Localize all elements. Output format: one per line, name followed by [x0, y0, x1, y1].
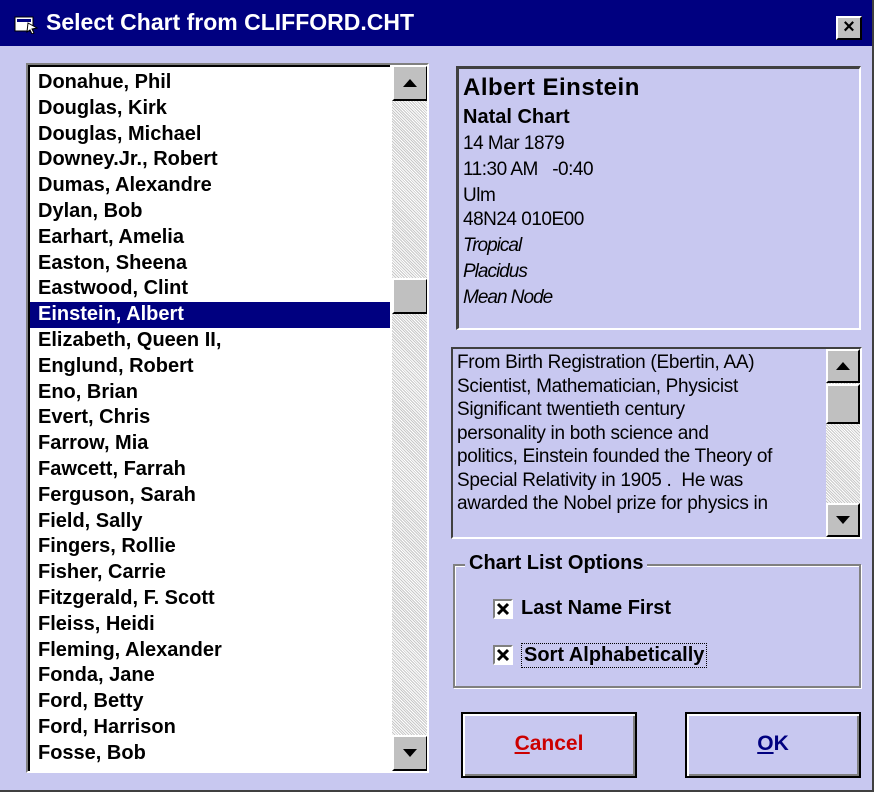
list-item[interactable]: Fleming, Alexander: [30, 638, 390, 664]
chart-time-zone: 11:30 AM -0:40: [463, 159, 594, 180]
list-item[interactable]: Donahue, Phil: [30, 70, 390, 96]
notes-scrollbar[interactable]: [826, 349, 860, 537]
notes-line: Scientist, Mathematician, Physicist: [457, 375, 738, 397]
arrow-down-icon: [403, 749, 417, 757]
chart-file-icon: [14, 14, 39, 35]
list-item[interactable]: Fleiss, Heidi: [30, 612, 390, 638]
chart-listbox[interactable]: Donahue, Phil Douglas, Kirk Douglas, Micha…: [26, 63, 429, 773]
chart-node: Mean Node: [463, 287, 553, 308]
list-item[interactable]: Fitzgerald, F. Scott: [30, 586, 390, 612]
notes-scroll-thumb[interactable]: [826, 384, 860, 424]
checkbox-checked-icon[interactable]: [493, 645, 513, 665]
chart-notes-text: From Birth Registration (Ebertin, AA) Sc…: [457, 351, 823, 516]
notes-line: politics, Einstein founded the Theory of: [457, 446, 773, 467]
list-item[interactable]: Fonda, Jane: [30, 663, 390, 689]
notes-line: Significant twentieth century: [457, 399, 685, 420]
checkbox-checked-icon[interactable]: [493, 599, 513, 619]
chart-type: Natal Chart: [463, 106, 570, 128]
list-item[interactable]: Fisher, Carrie: [30, 560, 390, 586]
chart-zodiac: Tropical: [463, 235, 522, 256]
list-item[interactable]: Elizabeth, Queen II,: [30, 328, 390, 354]
last-name-first-label: Last Name First: [521, 597, 672, 619]
notes-line: Special Relativity in 1905 . He was: [457, 469, 743, 491]
arrow-up-icon: [403, 79, 417, 87]
arrow-down-icon: [836, 516, 850, 524]
list-item[interactable]: Eastwood, Clint: [30, 276, 390, 302]
list-item[interactable]: Farrow, Mia: [30, 431, 390, 457]
arrow-up-icon: [836, 362, 850, 370]
ok-label: K: [773, 732, 789, 755]
notes-line: awarded the Nobel prize for physics in: [457, 493, 768, 514]
chart-list-options-group: Chart List Options Last Name First Sort …: [453, 552, 861, 688]
chart-list-viewport: Donahue, Phil Douglas, Kirk Douglas, Micha…: [28, 65, 390, 771]
chart-notes[interactable]: From Birth Registration (Ebertin, AA) Sc…: [451, 347, 862, 539]
window-title: Select Chart from CLIFFORD.CHT: [46, 9, 415, 35]
list-item[interactable]: Dumas, Alexandre: [30, 173, 390, 199]
close-icon: ×: [843, 16, 855, 38]
list-item[interactable]: Fawcett, Farrah: [30, 457, 390, 483]
list-item[interactable]: Douglas, Kirk: [30, 96, 390, 122]
list-item[interactable]: Eno, Brian: [30, 380, 390, 406]
list-item[interactable]: Ford, Betty: [30, 689, 390, 715]
list-item[interactable]: Fingers, Rollie: [30, 534, 390, 560]
notes-line: personality in both science and: [457, 422, 709, 444]
chart-date: 14 Mar 1879: [463, 133, 565, 154]
cancel-accelerator: C: [514, 732, 530, 755]
ok-accelerator: O: [757, 732, 774, 755]
ok-button[interactable]: OK: [685, 712, 861, 778]
close-button[interactable]: ×: [836, 16, 862, 40]
list-item[interactable]: Ford, Harrison: [30, 715, 390, 741]
notes-scroll-up-button[interactable]: [826, 349, 860, 383]
chart-coordinates: 48N24 010E00: [463, 209, 584, 230]
chart-list-items: Donahue, Phil Douglas, Kirk Douglas, Micha…: [30, 67, 390, 767]
list-item[interactable]: Easton, Sheena: [30, 251, 390, 277]
list-item[interactable]: Earhart, Amelia: [30, 225, 390, 251]
chart-name: Albert Einstein: [463, 74, 640, 101]
title-bar[interactable]: Select Chart from CLIFFORD.CHT ×: [0, 0, 872, 46]
notes-line: From Birth Registration (Ebertin, AA): [457, 352, 755, 373]
scroll-thumb[interactable]: [392, 278, 427, 314]
list-item[interactable]: Evert, Chris: [30, 405, 390, 431]
list-item[interactable]: Downey.Jr., Robert: [30, 147, 390, 173]
list-item[interactable]: Douglas, Michael: [30, 122, 390, 148]
list-item-selected[interactable]: Einstein, Albert: [30, 302, 390, 328]
notes-scroll-down-button[interactable]: [826, 503, 860, 537]
chart-house-system: Placidus: [463, 261, 528, 282]
chart-list-options-legend: Chart List Options: [465, 552, 648, 575]
list-item[interactable]: Ferguson, Sarah: [30, 483, 390, 509]
cancel-label: ancel: [529, 732, 584, 755]
chart-info-panel: Albert Einstein Natal Chart 14 Mar 1879 …: [456, 66, 861, 330]
list-item[interactable]: Englund, Robert: [30, 354, 390, 380]
chart-place: Ulm: [463, 185, 496, 206]
scroll-down-button[interactable]: [392, 735, 427, 771]
sort-alphabetically-label: Sort Alphabetically: [521, 643, 708, 668]
list-item[interactable]: Dylan, Bob: [30, 199, 390, 225]
cancel-button[interactable]: Cancel: [461, 712, 637, 778]
select-chart-dialog: Select Chart from CLIFFORD.CHT × Donahue…: [0, 0, 874, 792]
scroll-up-button[interactable]: [392, 65, 427, 101]
list-item[interactable]: Field, Sally: [30, 509, 390, 535]
list-item[interactable]: Fosse, Bob: [30, 741, 390, 767]
chart-list-scrollbar[interactable]: [392, 65, 427, 771]
